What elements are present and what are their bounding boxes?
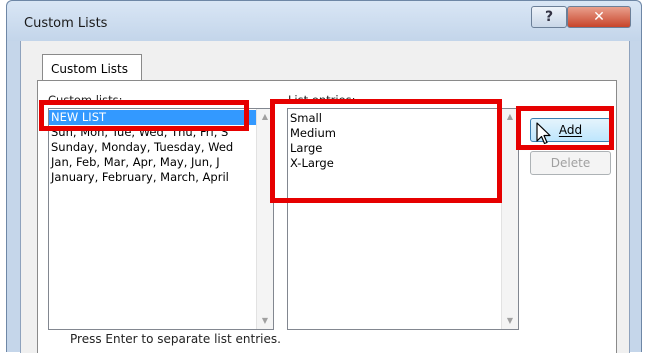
list-entry-line: Large (290, 141, 323, 155)
list-entries-textarea[interactable]: Small Medium Large X-Large ▲ ▼ (287, 108, 519, 330)
scroll-up-icon[interactable]: ▲ (502, 109, 518, 125)
dialog-client-area: Custom Lists Custom lists: NEW LIST Sun, … (20, 41, 630, 353)
list-entries-scrollbar[interactable]: ▲ ▼ (501, 109, 518, 329)
title-bar: Custom Lists ? ✕ (7, 1, 641, 41)
scroll-down-icon[interactable]: ▼ (502, 313, 518, 329)
tab-panel: Custom lists: NEW LIST Sun, Mon, Tue, Wed… (37, 80, 617, 353)
add-button-label: Add (558, 123, 583, 137)
custom-list-item[interactable]: Sun, Mon, Tue, Wed, Thu, Fri, S (49, 125, 257, 140)
custom-list-item[interactable]: NEW LIST (49, 110, 257, 125)
tab-custom-lists[interactable]: Custom Lists (42, 54, 142, 81)
custom-list-item[interactable]: Sunday, Monday, Tuesday, Wed (49, 140, 257, 155)
list-entry-line: Medium (290, 126, 336, 140)
custom-lists-listbox[interactable]: NEW LIST Sun, Mon, Tue, Wed, Thu, Fri, SS… (48, 108, 274, 330)
close-button[interactable]: ✕ (567, 6, 631, 28)
list-entry-line: X-Large (290, 156, 334, 170)
help-icon: ? (544, 9, 554, 25)
scroll-up-icon[interactable]: ▲ (257, 109, 273, 125)
list-entry-line: Small (290, 111, 322, 125)
custom-lists-dialog: Custom Lists ? ✕ Custom Lists Custom lis… (6, 0, 642, 353)
list-entries-label: List entries: (288, 93, 356, 107)
custom-list-item[interactable]: Jan, Feb, Mar, Apr, May, Jun, J (49, 155, 257, 170)
custom-lists-scrollbar[interactable]: ▲ ▼ (256, 109, 273, 329)
separator-hint: Press Enter to separate list entries. (70, 332, 281, 346)
window-title: Custom Lists (24, 16, 108, 31)
help-button[interactable]: ? (531, 6, 567, 28)
tab-label: Custom Lists (51, 62, 129, 76)
delete-button-label: Delete (550, 156, 591, 170)
list-entries-items: Small Medium Large X-Large (288, 109, 502, 171)
custom-list-item[interactable]: January, February, March, April (49, 170, 257, 185)
mouse-pointer-icon (536, 122, 551, 145)
custom-lists-label: Custom lists: (48, 93, 123, 107)
close-icon: ✕ (593, 9, 605, 25)
delete-button[interactable]: Delete (530, 151, 611, 175)
scroll-down-icon[interactable]: ▼ (257, 313, 273, 329)
custom-lists-items: NEW LIST Sun, Mon, Tue, Wed, Thu, Fri, SS… (49, 109, 257, 185)
